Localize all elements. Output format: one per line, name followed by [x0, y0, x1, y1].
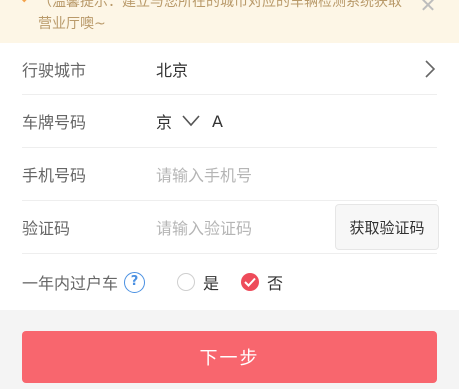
plate-input[interactable]: 京 A: [156, 109, 223, 133]
code-row: 验证码 请输入验证码 获取验证码: [22, 201, 439, 254]
phone-row: 手机号码 请输入手机号: [22, 148, 437, 201]
plate-letter: A: [212, 111, 223, 131]
plate-province[interactable]: 京: [156, 109, 172, 133]
radio-yes-label: 是: [203, 274, 220, 293]
city-row[interactable]: 行驶城市 北京: [22, 43, 437, 95]
next-step-button[interactable]: 下一步: [22, 331, 437, 383]
notice-line-1: （温馨提示：建立与您所在的城市对应的车辆检测系统获取营业厅噢~: [38, 0, 402, 10]
notice-text: （温馨提示：建立与您所在的城市对应的车辆检测系统获取营业厅噢~ 营业厅噢~: [38, 0, 408, 35]
radio-yes[interactable]: 是: [177, 270, 219, 294]
transfer-radio-group: 是 否: [177, 270, 305, 294]
radio-no[interactable]: 否: [241, 270, 283, 294]
chevron-down-icon[interactable]: [182, 115, 200, 127]
notice-line-2: 营业厅噢~: [38, 16, 106, 32]
get-code-button[interactable]: 获取验证码: [335, 204, 439, 250]
city-label: 行驶城市: [22, 60, 87, 80]
city-value: 北京: [156, 60, 189, 80]
radio-no-label: 否: [267, 274, 284, 293]
transfer-label: 一年内过户车: [22, 274, 119, 293]
plate-label: 车牌号码: [22, 113, 87, 132]
notice-banner: ◆ （温馨提示：建立与您所在的城市对应的车辆检测系统获取营业厅噢~ 营业厅噢~ ✕: [0, 0, 459, 43]
transfer-row: 一年内过户车 ? 是 否: [22, 254, 437, 310]
plate-row: 车牌号码 京 A: [22, 95, 437, 148]
registration-form: 行驶城市 北京 车牌号码 京 A 手机号码 请输入手机号 验证码 请输入验证码 …: [0, 43, 459, 310]
phone-label: 手机号码: [22, 166, 87, 185]
close-icon[interactable]: ✕: [417, 0, 439, 16]
phone-input[interactable]: 请输入手机号: [156, 162, 252, 186]
bell-icon: ◆: [20, 0, 32, 4]
page: ◆ （温馨提示：建立与您所在的城市对应的车辆检测系统获取营业厅噢~ 营业厅噢~ ✕…: [0, 0, 459, 389]
chevron-right-icon: [425, 59, 436, 78]
radio-checked-icon: [241, 273, 260, 291]
help-icon[interactable]: ?: [124, 271, 146, 293]
code-label: 验证码: [22, 219, 71, 238]
radio-unchecked-icon: [177, 273, 196, 291]
code-input[interactable]: 请输入验证码: [156, 215, 252, 239]
